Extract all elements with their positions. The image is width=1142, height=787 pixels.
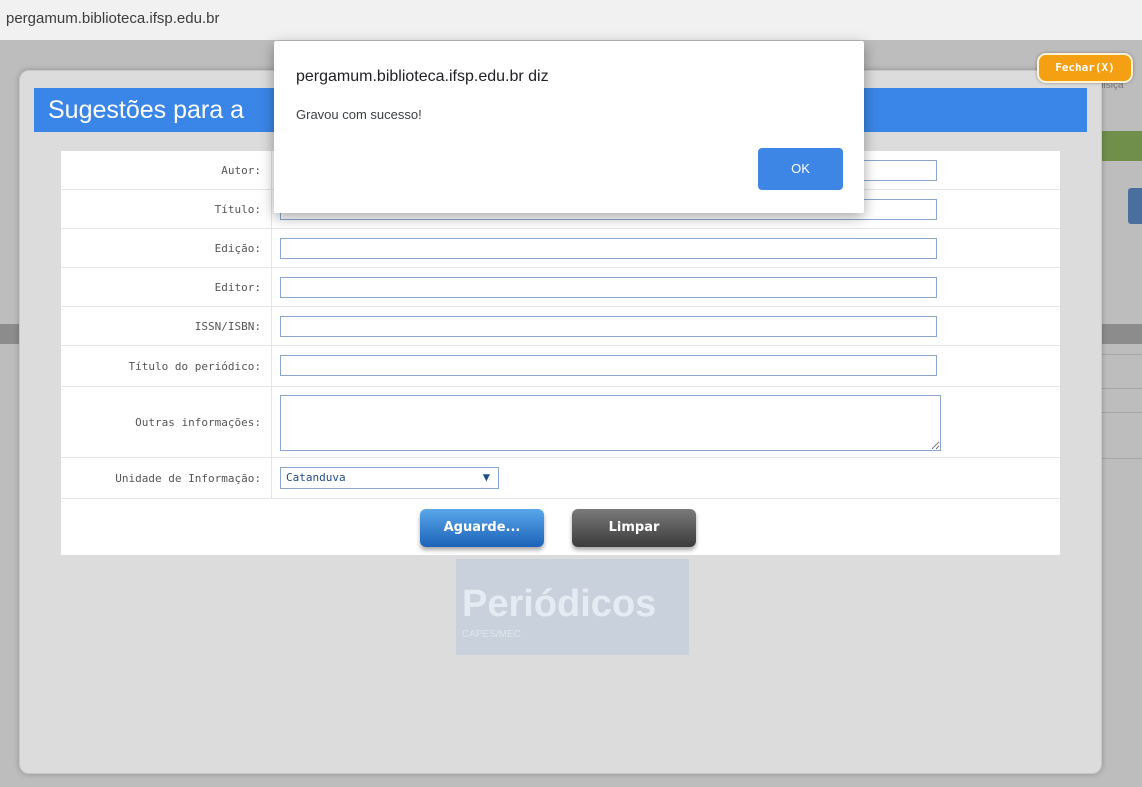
background-divider [1100, 458, 1142, 459]
unidade-label: Unidade de Informação: [61, 458, 272, 498]
alert-ok-button[interactable]: OK [758, 148, 843, 190]
logo-text: Periódicos [462, 583, 657, 625]
modal-title: Sugestões para a [48, 96, 244, 124]
chevron-down-icon: ▼ [482, 470, 490, 484]
issn-input[interactable] [280, 316, 937, 337]
outras-label: Outras informações: [61, 387, 272, 457]
logo-subtext: CAPES/MEC [462, 629, 521, 640]
editor-input[interactable] [280, 277, 937, 298]
alert-title: pergamum.biblioteca.ifsp.edu.br diz [296, 68, 549, 85]
host-label: pergamum.biblioteca.ifsp.edu.br [6, 10, 220, 27]
background-divider [1100, 412, 1142, 413]
form-row-issn: ISSN/ISBN: [61, 307, 1060, 346]
titulo-periodico-label: Título do periódico: [61, 346, 272, 386]
edicao-label: Edição: [61, 229, 272, 267]
editor-label: Editor: [61, 268, 272, 306]
outras-textarea[interactable] [280, 395, 941, 451]
clear-button[interactable]: Limpar [572, 509, 696, 547]
browser-host-bar: pergamum.biblioteca.ifsp.edu.br [0, 0, 1142, 40]
issn-label: ISSN/ISBN: [61, 307, 272, 345]
background-divider [1100, 388, 1142, 389]
form-row-edicao: Edição: [61, 229, 1060, 268]
form-row-editor: Editor: [61, 268, 1060, 307]
form-row-titulo-periodico: Título do periódico: [61, 346, 1060, 387]
form-row-outras: Outras informações: [61, 387, 1060, 458]
unidade-selected-value: Catanduva [286, 471, 346, 484]
alert-dialog: pergamum.biblioteca.ifsp.edu.br diz Grav… [274, 41, 864, 213]
alert-message: Gravou com sucesso! [296, 107, 422, 122]
background-blue-chip [1128, 188, 1142, 224]
form-row-unidade: Unidade de Informação: Catanduva ▼ [61, 458, 1060, 499]
autor-label: Autor: [61, 151, 272, 189]
titulo-periodico-input[interactable] [280, 355, 937, 376]
background-divider [1100, 354, 1142, 355]
periodicos-logo: Periódicos CAPES/MEC [456, 559, 689, 655]
titulo-label: Título: [61, 190, 272, 228]
unidade-select[interactable]: Catanduva ▼ [280, 467, 499, 489]
edicao-input[interactable] [280, 238, 937, 259]
submit-wait-button[interactable]: Aguarde... [420, 509, 544, 547]
close-modal-button[interactable]: Fechar(X) [1037, 53, 1133, 83]
